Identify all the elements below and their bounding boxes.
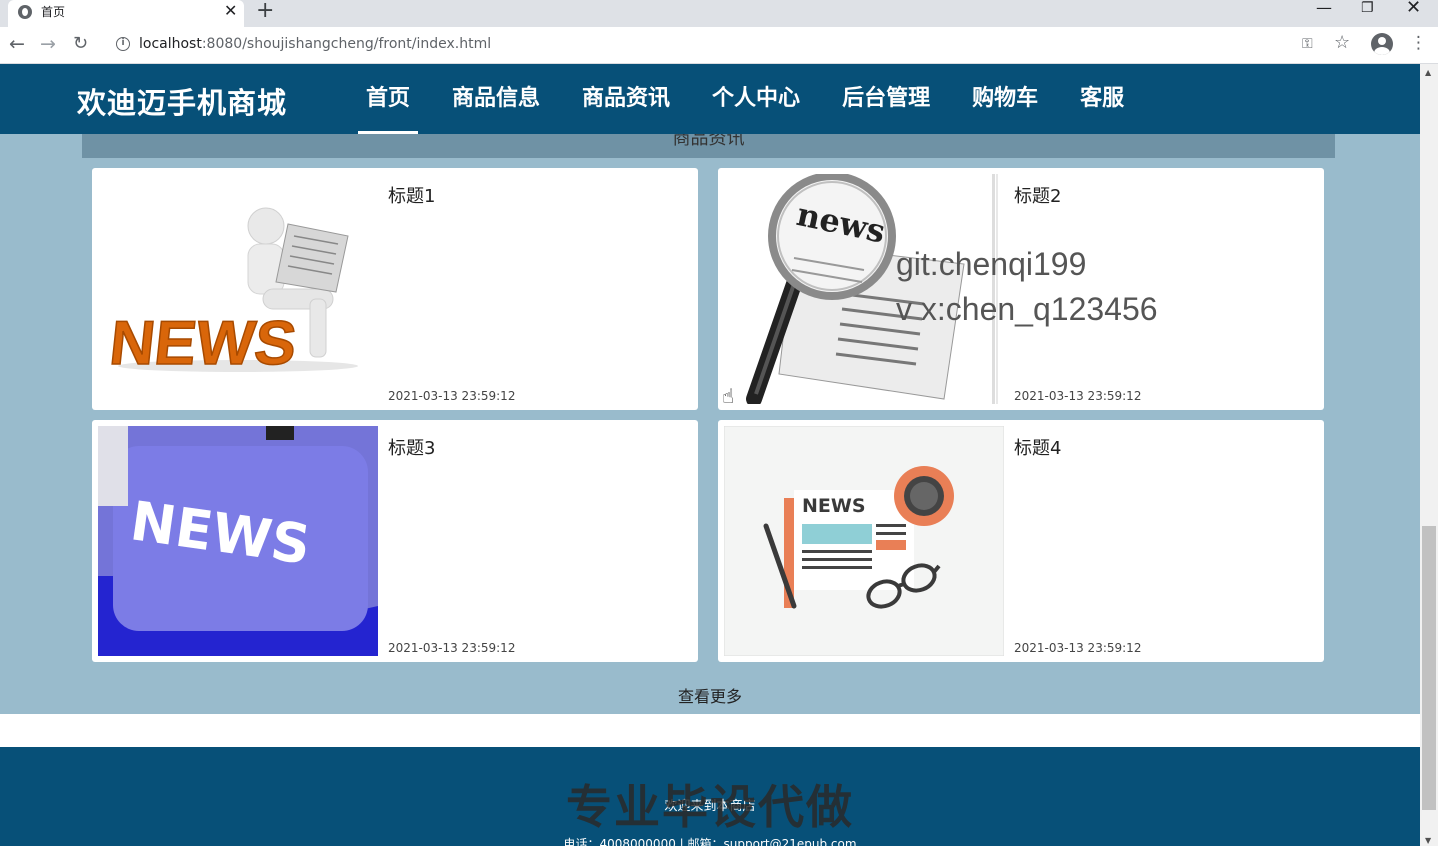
page-scrollbar[interactable]: ▲ ▼ — [1420, 64, 1438, 846]
news-card-title[interactable]: 标题3 — [388, 434, 435, 460]
hand-cursor-icon: ☝ — [722, 384, 735, 408]
browser-tab[interactable]: 首页 ✕ — [8, 0, 244, 27]
site-footer: 欢迎来到本商店 专业毕设代做 电话：4008000000 | 邮箱：suppor… — [0, 747, 1420, 846]
news-card-time: 2021-03-13 23:59:12 — [1014, 389, 1142, 403]
section-header: 商品资讯 — [82, 134, 1335, 158]
minimize-icon[interactable]: — — [1316, 0, 1332, 17]
news-3d-figure-image[interactable]: NEWS — [98, 174, 378, 404]
star-icon[interactable]: ☆ — [1334, 32, 1350, 53]
news-card[interactable]: NEWS 标题1 2021-03-13 23:59:12 — [92, 168, 698, 410]
news-card-time: 2021-03-13 23:59:12 — [1014, 641, 1142, 655]
account-icon[interactable] — [1371, 33, 1393, 55]
svg-text:NEWS: NEWS — [107, 309, 300, 378]
key-icon[interactable]: ⚿ — [1302, 36, 1313, 52]
overlay-text-line2: v x:chen_q123456 — [896, 291, 1158, 327]
site-menu: 首页 商品信息 商品资讯 个人中心 后台管理 购物车 客服 — [358, 64, 1158, 134]
watermark-text: 专业毕设代做 — [566, 780, 854, 834]
news-card-time: 2021-03-13 23:59:12 — [388, 389, 516, 403]
reload-icon[interactable]: ↻ — [73, 33, 88, 54]
news-card-title[interactable]: 标题2 — [1014, 182, 1061, 208]
news-keyboard-key-image[interactable]: NEWS — [98, 426, 378, 656]
nav-item-home[interactable]: 首页 — [358, 64, 419, 134]
url-path: :8080/shoujishangcheng/front/index.html — [201, 36, 492, 52]
window-close-icon[interactable]: ✕ — [1406, 0, 1421, 18]
footer-contact: 电话：4008000000 | 邮箱：support@21epub.com — [563, 837, 857, 846]
svg-text:NEWS: NEWS — [802, 495, 866, 517]
kebab-menu-icon[interactable]: ⋮ — [1410, 33, 1427, 53]
restore-icon[interactable]: ❐ — [1361, 0, 1374, 16]
news-magnifier-image[interactable]: news — [724, 174, 1004, 404]
globe-icon — [18, 5, 32, 19]
nav-item-cart[interactable]: 购物车 — [964, 64, 1046, 134]
news-section: 商品资讯 NEWS 标题1 2021-03-13 23:59:12 news 标… — [0, 134, 1420, 714]
news-card[interactable]: NEWS 标题3 2021-03-13 23:59:12 — [92, 420, 698, 662]
nav-item-products[interactable]: 商品信息 — [444, 64, 548, 134]
news-card-title[interactable]: 标题1 — [388, 182, 435, 208]
news-card-title[interactable]: 标题4 — [1014, 434, 1061, 460]
site-logo: 欢迪迈手机商城 — [77, 86, 288, 120]
page-viewport: 欢迪迈手机商城 首页 商品信息 商品资讯 个人中心 后台管理 购物车 客服 商品… — [0, 64, 1420, 846]
news-card[interactable]: NEWS 标题4 2021-03-13 23:59:12 — [718, 420, 1324, 662]
back-arrow-icon[interactable]: ← — [9, 33, 25, 55]
news-card[interactable]: news 标题2 2021-03-13 23:59:12 — [718, 168, 1324, 410]
forward-arrow-icon[interactable]: → — [40, 33, 56, 55]
news-card-time: 2021-03-13 23:59:12 — [388, 641, 516, 655]
nav-item-admin[interactable]: 后台管理 — [834, 64, 938, 134]
new-tab-plus-icon[interactable]: + — [256, 0, 274, 23]
tab-title: 首页 — [41, 5, 66, 19]
scroll-up-icon[interactable]: ▲ — [1425, 68, 1431, 77]
url-host: localhost — [139, 36, 202, 52]
scrollbar-thumb[interactable] — [1422, 526, 1436, 810]
info-icon[interactable]: i — [116, 37, 130, 51]
nav-item-profile[interactable]: 个人中心 — [704, 64, 808, 134]
nav-item-news[interactable]: 商品资讯 — [574, 64, 678, 134]
close-icon[interactable]: ✕ — [224, 1, 237, 20]
browser-toolbar: ← → ↻ i localhost:8080/shoujishangcheng/… — [0, 27, 1438, 64]
news-flat-illustration-image[interactable]: NEWS — [724, 426, 1004, 656]
page-gap — [0, 714, 1420, 747]
browser-tabbar: 首页 ✕ + — ❐ ✕ — [0, 0, 1438, 27]
overlay-text-line1: git:chenqi199 — [896, 246, 1087, 282]
scroll-down-icon[interactable]: ▼ — [1425, 836, 1431, 845]
address-bar[interactable]: localhost:8080/shoujishangcheng/front/in… — [139, 36, 491, 52]
site-navbar: 欢迪迈手机商城 首页 商品信息 商品资讯 个人中心 后台管理 购物车 客服 — [0, 64, 1420, 134]
nav-item-service[interactable]: 客服 — [1072, 64, 1132, 134]
section-title: 商品资讯 — [672, 134, 745, 149]
view-more-link[interactable]: 查看更多 — [0, 683, 1420, 707]
